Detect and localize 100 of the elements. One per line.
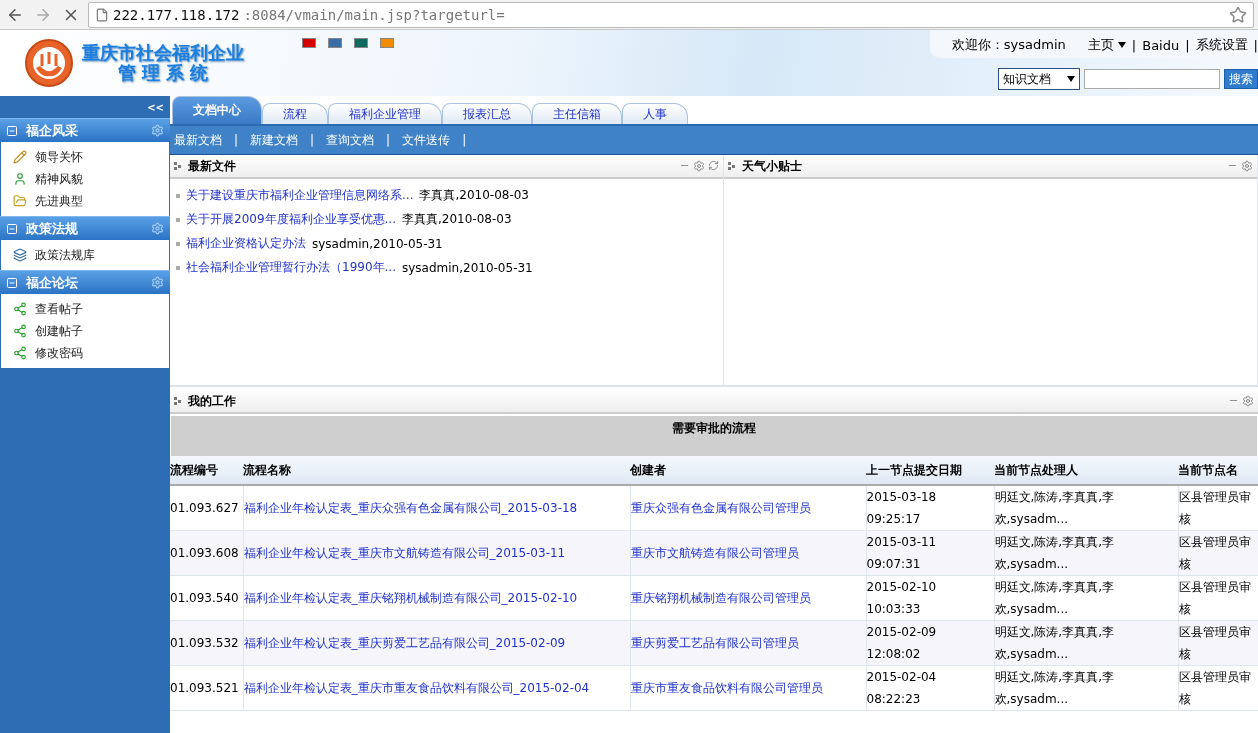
sidebar-item[interactable]: 修改密码 [35, 344, 83, 362]
table-cell-text: 区县管理员审核 [1178, 624, 1252, 663]
file-meta: sysadmin,2010-05-31 [312, 236, 443, 251]
separator: | [386, 133, 391, 147]
sidebar-item[interactable]: 精神风貌 [35, 170, 83, 188]
separator: | [1185, 37, 1190, 53]
collapse-icon[interactable] [6, 276, 18, 289]
share-icon [13, 324, 27, 338]
panel-title: 我的工作 [188, 392, 237, 410]
table-cell-text: 区县管理员审核 [1178, 579, 1252, 618]
creator-link[interactable]: 重庆铭翔机械制造有限公司管理员 [630, 591, 811, 605]
table-cell: 01.093.532 [170, 620, 243, 666]
logo [22, 38, 76, 88]
header-link[interactable]: 系统设置 [1195, 36, 1248, 54]
bullet-icon [176, 193, 180, 198]
settings-icon[interactable] [693, 160, 705, 172]
address-bar[interactable]: 222.177.118.172 :8084/vmain/main.jsp?targeturl= [88, 1, 1254, 28]
settings-icon[interactable] [1241, 160, 1253, 172]
panel-title: 最新文件 [188, 157, 237, 175]
subnav-link[interactable]: 文件送传 [402, 131, 451, 149]
separator: | [310, 133, 315, 147]
process-link[interactable]: 福利企业年检认定表_重庆市文航铸造有限公司_2015-03-11 [243, 546, 566, 560]
bullet-icon [176, 241, 180, 246]
process-link[interactable]: 福利企业年检认定表_重庆剪爱工艺品有限公司_2015-02-09 [243, 636, 566, 650]
star-icon[interactable] [1229, 5, 1247, 24]
settings-icon[interactable] [151, 124, 164, 137]
drag-handle-icon [174, 162, 182, 170]
skin-swatch[interactable] [328, 38, 342, 48]
layers-icon [13, 248, 27, 262]
file-link[interactable]: 关于建设重庆市福利企业管理信息网络系... [186, 187, 414, 204]
table-cell-text: 2015-03-18 09:25:17 [866, 489, 938, 528]
share-icon [13, 346, 27, 360]
tab[interactable]: 流程 [262, 103, 328, 124]
page-icon [95, 7, 109, 22]
header-link[interactable]: Baidu [1142, 37, 1180, 53]
table-cell-text: 区县管理员审核 [1178, 669, 1252, 708]
table-cell-text: 2015-02-09 12:08:02 [866, 624, 938, 663]
settings-icon[interactable] [1242, 395, 1254, 407]
column-header: 流程编号 [170, 456, 243, 485]
bullet-icon [176, 217, 180, 222]
system-title: 重庆市社会福利企业 [82, 43, 244, 63]
tab[interactable]: 人事 [622, 103, 688, 124]
scope-select[interactable]: 知识文档 [998, 68, 1080, 90]
search-button[interactable]: 搜索 [1224, 69, 1258, 89]
column-header: 当前节点名 [1178, 456, 1258, 485]
skin-swatch[interactable] [354, 38, 368, 48]
creator-link[interactable]: 重庆众强有色金属有限公司管理员 [630, 501, 811, 515]
process-link[interactable]: 福利企业年检认定表_重庆众强有色金属有限公司_2015-03-18 [243, 501, 578, 515]
creator-link[interactable]: 重庆剪爱工艺品有限公司管理员 [630, 636, 799, 650]
separator: | [462, 133, 467, 147]
sidebar-item[interactable]: 先进典型 [35, 192, 83, 210]
collapse-button[interactable]: << [0, 96, 170, 118]
file-meta: sysadmin,2010-05-31 [402, 260, 533, 275]
separator: | [1131, 37, 1137, 53]
drag-handle-icon [728, 162, 736, 170]
share-icon [13, 302, 27, 316]
separator: | [234, 133, 239, 147]
creator-link[interactable]: 重庆市重友食品饮料有限公司管理员 [630, 681, 823, 695]
column-header: 当前节点处理人 [994, 456, 1178, 485]
process-link[interactable]: 福利企业年检认定表_重庆市重友食品饮料有限公司_2015-02-04 [243, 681, 590, 695]
separator: | [1253, 37, 1258, 53]
collapse-icon[interactable] [6, 124, 18, 137]
table-cell: 01.093.608 [170, 530, 243, 576]
skin-swatch[interactable] [302, 38, 316, 48]
tab[interactable]: 报表汇总 [442, 103, 532, 124]
header-link[interactable]: 主页 [1087, 36, 1126, 54]
settings-icon[interactable] [151, 276, 164, 289]
sidebar-item[interactable]: 创建帖子 [35, 322, 83, 340]
table-cell-text: 明廷文,陈涛,李真真,李欢,sysadm... [994, 489, 1115, 528]
table-cell-text: 2015-03-11 09:07:31 [866, 534, 938, 573]
subnav-link[interactable]: 最新文档 [174, 131, 222, 149]
tab[interactable]: 福利企业管理 [328, 103, 442, 124]
table-cell-text: 明廷文,陈涛,李真真,李欢,sysadm... [994, 669, 1115, 708]
settings-icon[interactable] [151, 222, 164, 235]
subnav-link[interactable]: 查询文档 [326, 131, 375, 149]
bullet-icon [176, 265, 180, 270]
person-icon [13, 172, 27, 186]
tab[interactable]: 主任信箱 [532, 103, 622, 124]
file-meta: 李真真,2010-08-03 [419, 187, 529, 204]
sidebar-item[interactable]: 领导关怀 [35, 148, 83, 166]
file-link[interactable]: 社会福利企业管理暂行办法（1990年... [186, 259, 396, 276]
table-cell-text: 2015-02-04 08:22:23 [866, 669, 938, 708]
pencil-icon [13, 150, 27, 164]
refresh-icon[interactable] [708, 160, 719, 171]
column-header: 上一节点提交日期 [866, 456, 994, 485]
file-link[interactable]: 福利企业资格认定办法 [186, 235, 306, 252]
skin-swatch[interactable] [380, 38, 394, 48]
search-field[interactable] [1084, 69, 1220, 89]
table-cell: 01.093.521 [170, 665, 243, 711]
table-cell: 01.093.627 [170, 485, 243, 531]
collapse-icon[interactable] [6, 222, 18, 235]
table-cell-text: 2015-02-10 10:03:33 [866, 579, 938, 618]
file-link[interactable]: 关于开展2009年度福利企业享受优惠... [186, 211, 396, 228]
column-header: 流程名称 [243, 456, 630, 485]
subnav-link[interactable]: 新建文档 [250, 131, 299, 149]
process-link[interactable]: 福利企业年检认定表_重庆铭翔机械制造有限公司_2015-02-10 [243, 591, 578, 605]
panel-title: 天气小贴士 [742, 157, 803, 175]
sidebar-item[interactable]: 查看帖子 [35, 300, 83, 318]
creator-link[interactable]: 重庆市文航铸造有限公司管理员 [630, 546, 799, 560]
tab[interactable]: 文档中心 [172, 96, 262, 124]
